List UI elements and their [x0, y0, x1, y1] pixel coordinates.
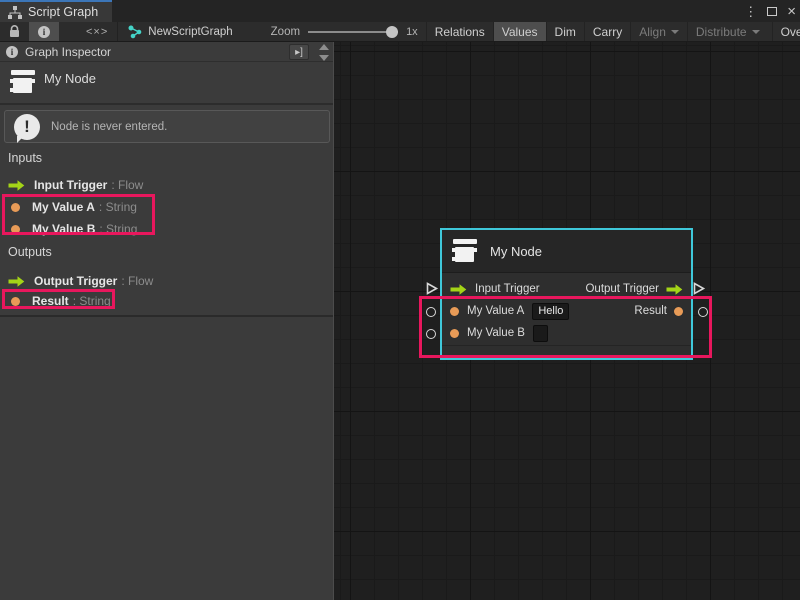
zoom-control: Zoom 1x: [271, 26, 418, 38]
external-flow-input-port[interactable]: [425, 281, 439, 299]
port-row-my-value-b: My Value B : String: [8, 219, 137, 239]
inspector-title: Graph Inspector: [25, 45, 111, 59]
close-icon[interactable]: ×: [787, 4, 796, 19]
graph-reference[interactable]: NewScriptGraph: [118, 22, 242, 41]
warning-bubble-icon: !: [14, 114, 40, 140]
external-value-a-port[interactable]: [426, 307, 436, 317]
external-value-b-port[interactable]: [426, 329, 436, 339]
overview-button[interactable]: Overview: [772, 22, 800, 41]
values-button[interactable]: Values: [493, 22, 546, 41]
maximize-icon[interactable]: [767, 7, 777, 16]
tab-bar: Script Graph ⋮ ×: [0, 0, 800, 22]
inspector-toggle-button[interactable]: i: [29, 22, 59, 41]
external-result-port[interactable]: [698, 307, 708, 317]
flow-arrow-icon[interactable]: [450, 284, 467, 295]
value-port-icon[interactable]: [450, 329, 459, 338]
value-port-icon[interactable]: [450, 307, 459, 316]
flow-in-label: Input Trigger: [475, 283, 540, 295]
graph-toolbar: i <×> NewScriptGraph Zoom 1x Relations V…: [0, 22, 800, 42]
zoom-level: 1x: [406, 26, 418, 38]
external-flow-output-port[interactable]: [692, 281, 706, 299]
script-graph-window: Script Graph ⋮ × i <×> NewScriptGraph Zo…: [0, 0, 800, 600]
scroll-down-icon[interactable]: [319, 55, 329, 61]
unit-node-icon: [452, 237, 478, 265]
node-row-value-b: My Value B: [442, 322, 691, 344]
lock-button[interactable]: [0, 22, 29, 41]
flow-arrow-icon: [8, 180, 25, 191]
zoom-slider-track: [308, 31, 398, 33]
chevron-down-icon: [752, 30, 760, 34]
zoom-label: Zoom: [271, 26, 300, 38]
port-row-my-value-a: My Value A : String: [8, 197, 137, 217]
result-label: Result: [634, 305, 667, 317]
inspector-header: i Graph Inspector ▸]: [0, 42, 333, 62]
inspected-node-header: My Node: [0, 62, 333, 105]
inputs-section-title: Inputs: [8, 151, 42, 165]
chevron-down-icon: [671, 30, 679, 34]
outputs-section-title: Outputs: [8, 245, 52, 259]
value-b-input[interactable]: [533, 325, 548, 342]
node-row-triggers: Input Trigger Output Trigger: [442, 278, 691, 300]
info-icon: i: [38, 26, 50, 38]
unit-node-icon: [10, 68, 36, 96]
my-node[interactable]: My Node Input Trigger Output Trigger: [440, 228, 693, 360]
code-preview-button[interactable]: <×>: [77, 22, 117, 41]
value-port-icon[interactable]: [674, 307, 683, 316]
distribute-dropdown[interactable]: Distribute: [687, 22, 768, 41]
graph-canvas[interactable]: My Node Input Trigger Output Trigger: [334, 42, 800, 600]
node-title: My Node: [490, 244, 542, 259]
value-b-label: My Value B: [467, 327, 525, 339]
graph-inspector-panel: i Graph Inspector ▸] My Node ! Node is n…: [0, 42, 334, 600]
info-icon: i: [6, 46, 18, 58]
node-footer: [442, 345, 691, 358]
port-row-input-trigger: Input Trigger : Flow: [8, 175, 143, 195]
relations-button[interactable]: Relations: [426, 22, 493, 41]
scroll-arrows[interactable]: [319, 44, 329, 61]
script-graph-icon: [8, 6, 22, 19]
port-row-output-trigger: Output Trigger : Flow: [8, 271, 153, 291]
scroll-up-icon[interactable]: [319, 44, 329, 50]
lock-icon: [9, 25, 20, 38]
graph-name: NewScriptGraph: [148, 26, 232, 38]
value-port-icon: [11, 203, 20, 212]
toolbar-buttons: Relations Values Dim Carry Align Distrib…: [426, 22, 800, 41]
inspected-node-title: My Node: [44, 71, 96, 86]
tab-script-graph[interactable]: Script Graph: [0, 0, 112, 22]
window-controls: ⋮ ×: [744, 0, 796, 22]
zoom-slider[interactable]: [308, 26, 398, 38]
flow-arrow-icon: [8, 276, 25, 287]
node-body: Input Trigger Output Trigger My Value A …: [442, 273, 691, 344]
dock-button[interactable]: ▸]: [289, 44, 309, 60]
warning-box: ! Node is never entered.: [4, 110, 330, 143]
warning-text: Node is never entered.: [51, 121, 167, 133]
value-port-icon: [11, 225, 20, 234]
node-header[interactable]: My Node: [442, 230, 691, 273]
kebab-menu-icon[interactable]: ⋮: [744, 5, 757, 18]
value-a-label: My Value A: [467, 305, 524, 317]
carry-button[interactable]: Carry: [584, 22, 630, 41]
value-a-input[interactable]: Hello: [532, 303, 569, 320]
dim-button[interactable]: Dim: [546, 22, 584, 41]
zoom-slider-handle[interactable]: [386, 26, 398, 38]
tab-label: Script Graph: [28, 5, 98, 19]
port-row-result: Result : String: [8, 291, 111, 311]
align-dropdown[interactable]: Align: [630, 22, 687, 41]
graph-asset-icon: [128, 25, 142, 39]
value-port-icon: [11, 297, 20, 306]
section-divider: [0, 315, 333, 317]
flow-out-label: Output Trigger: [585, 283, 659, 295]
node-row-value-a: My Value A Hello Result: [442, 300, 691, 322]
flow-arrow-icon[interactable]: [666, 284, 683, 295]
code-icon: <×>: [86, 26, 108, 38]
toolbar-left-group: i <×>: [0, 22, 118, 41]
